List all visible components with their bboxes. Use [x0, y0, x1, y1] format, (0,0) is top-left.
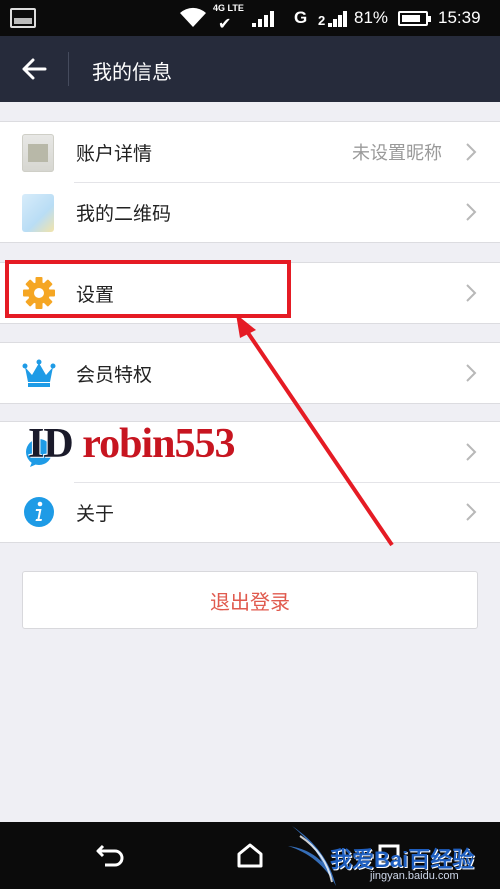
battery-percent: 81% — [354, 8, 389, 27]
title-divider — [68, 52, 69, 86]
watermark-id-name: robin553 — [82, 421, 235, 467]
nickname-value: 未设置昵称 — [352, 143, 442, 164]
back-button[interactable] — [14, 49, 54, 89]
account-group: 账户详情 未设置昵称 我的二维码 — [0, 121, 500, 243]
svg-text:2: 2 — [318, 13, 325, 27]
list-item-label: 我的二维码 — [76, 202, 172, 225]
nav-back-icon[interactable] — [95, 842, 125, 868]
signal-icon-2: 2 — [318, 11, 347, 27]
chevron-right-icon — [466, 203, 477, 221]
qr-code-icon — [22, 194, 56, 232]
list-item-label: 会员特权 — [76, 363, 153, 386]
list-item-label: 账户详情 — [76, 142, 153, 165]
logout-button[interactable]: 退出登录 — [22, 571, 478, 629]
baidu-watermark-url: jingyan.baidu.com — [370, 870, 459, 882]
membership-group: 会员特权 — [0, 342, 500, 404]
network-type-label: 4G LTE — [213, 3, 244, 13]
highlight-box — [5, 260, 291, 318]
title-bar: 我的信息 — [0, 36, 500, 102]
list-item-qr-code[interactable]: 我的二维码 — [0, 182, 500, 242]
check-icon: ✔ — [218, 14, 232, 33]
chevron-right-icon — [466, 143, 477, 161]
list-item-membership[interactable]: 会员特权 — [0, 343, 500, 403]
info-icon — [24, 497, 54, 527]
watermark-id-prefix: ID — [28, 421, 74, 467]
nav-home-icon[interactable] — [236, 842, 264, 868]
chevron-right-icon — [466, 364, 477, 382]
avatar-icon — [22, 134, 56, 172]
chevron-right-icon — [466, 443, 477, 461]
signal-icon — [252, 11, 274, 27]
watermark-id: ID robin553 — [28, 420, 235, 468]
chevron-right-icon — [466, 503, 477, 521]
battery-icon — [398, 11, 431, 26]
list-item-account-details[interactable]: 账户详情 未设置昵称 — [0, 122, 500, 182]
screenshot-notification-icon — [10, 8, 36, 28]
status-bar: 4G LTE ✔ G 2 81% 15:39 — [0, 0, 500, 36]
clock: 15:39 — [438, 8, 481, 27]
list-item-label: 关于 — [76, 502, 115, 525]
battery-level-fill — [402, 15, 420, 22]
page-title: 我的信息 — [92, 60, 172, 84]
wifi-icon — [180, 7, 206, 27]
arrow-left-icon — [22, 58, 47, 80]
list-item-about[interactable]: 关于 — [0, 482, 500, 542]
carrier-g-label: G — [294, 8, 308, 27]
crown-icon — [22, 359, 56, 387]
chevron-right-icon — [466, 284, 477, 302]
